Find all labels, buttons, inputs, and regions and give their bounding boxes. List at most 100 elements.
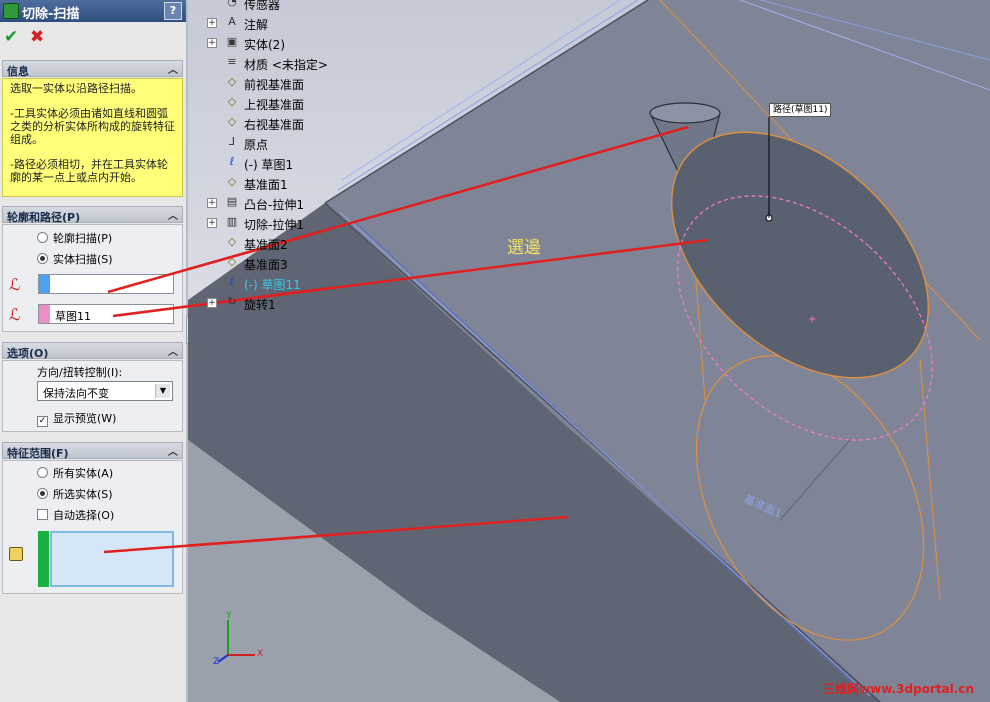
pm-title: 切除-扫描 <box>22 7 80 22</box>
feature-scope-section: 所有实体(A) 所选实体(S) 自动选择(O) <box>2 460 183 594</box>
tree-item[interactable]: ⅃ 原点 <box>188 134 348 152</box>
auto-select-checkbox[interactable]: 自动选择(O) <box>37 507 114 523</box>
path-value: 草图11 <box>55 310 91 323</box>
collapse-icon: ︿ <box>168 65 178 76</box>
profile-sweep-radio[interactable]: 轮廓扫描(P) <box>37 230 112 246</box>
collapse-icon: ︿ <box>168 211 178 222</box>
feature-scope-header-label: 特征范围(F) <box>7 447 69 460</box>
y-axis-label: Y <box>226 611 232 621</box>
path-selection-box[interactable]: 草图11 <box>38 304 174 324</box>
blue-swatch <box>39 275 50 293</box>
plane-icon: ◇ <box>227 175 237 188</box>
tree-item[interactable]: + ↻ 旋转1 <box>188 294 348 312</box>
profile-path-section: 轮廓扫描(P) 实体扫描(S) ℒ ℒ 草图11 <box>2 224 183 332</box>
tree-item-label: 基准面3 <box>244 258 288 272</box>
direction-dropdown[interactable]: 保持法向不变 ▼ <box>37 381 173 401</box>
info-section-header[interactable]: 信息 ︿ <box>2 60 183 78</box>
sweep-profile-icon: ℒ <box>9 275 21 294</box>
options-section-header[interactable]: 选项(O) ︿ <box>2 342 183 360</box>
tree-item-label: 实体(2) <box>244 38 285 52</box>
tree-item[interactable]: + A 注解 <box>188 14 348 32</box>
revolve-icon: ↻ <box>227 295 237 308</box>
radio-indicator <box>37 488 48 499</box>
direction-label: 方向/扭转控制(I): <box>37 366 123 379</box>
solid-body-icon <box>9 547 23 561</box>
bodies-to-cut-selection-box[interactable] <box>50 531 174 587</box>
tree-item-label: 注解 <box>244 18 269 32</box>
feature-tree: ◔ 传感器 + A 注解 + ▣ 实体(2) ≡ 材质 <未指定> ◇ 前视基准面 ◇ 上视基准面 ◇ 右视基… <box>188 0 338 320</box>
solid-sweep-radio[interactable]: 实体扫描(S) <box>37 251 113 267</box>
tree-item[interactable]: ◇ 基准面2 <box>188 234 348 252</box>
tree-item[interactable]: + ▤ 凸台-拉伸1 <box>188 194 348 212</box>
show-preview-label: 显示预览(W) <box>53 412 117 425</box>
sketch-icon: ℓ <box>229 155 235 168</box>
plane-icon: ◇ <box>227 95 237 108</box>
tree-item[interactable]: + ▣ 实体(2) <box>188 34 348 52</box>
tree-item-label: 凸台-拉伸1 <box>244 198 304 212</box>
origin-icon: ⅃ <box>228 135 236 148</box>
tree-item-label: 材质 <未指定> <box>244 58 328 72</box>
expand-toggle[interactable]: + <box>207 218 217 228</box>
expand-toggle[interactable]: + <box>207 18 217 28</box>
tree-item[interactable]: ◇ 右视基准面 <box>188 114 348 132</box>
help-button[interactable]: ? <box>164 2 182 20</box>
expand-toggle[interactable]: + <box>207 198 217 208</box>
cut-sweep-icon <box>3 3 19 19</box>
info-header-label: 信息 <box>7 65 29 78</box>
tree-item-label: 上视基准面 <box>244 98 305 112</box>
watermark: 三维网www.3dportal.cn <box>823 682 974 696</box>
tree-item-label: 右视基准面 <box>244 118 305 132</box>
property-manager: 切除-扫描 ? ✔ ✖ 信息 ︿ 选取一实体以沿路径扫描。 -工具实体必须由诸如… <box>0 0 194 702</box>
tree-item[interactable]: ◇ 前视基准面 <box>188 74 348 92</box>
tree-item-label: 前视基准面 <box>244 78 305 92</box>
tree-item[interactable]: ◇ 基准面3 <box>188 254 348 272</box>
chevron-down-icon: ▼ <box>155 384 170 398</box>
selected-bodies-radio[interactable]: 所选实体(S) <box>37 486 113 502</box>
expand-toggle[interactable]: + <box>207 298 217 308</box>
tree-item[interactable]: ◇ 基准面1 <box>188 174 348 192</box>
pink-swatch <box>39 305 50 323</box>
direction-value: 保持法向不变 <box>43 387 109 400</box>
path-callout[interactable]: 路径(草图11) <box>769 103 832 117</box>
tree-item[interactable]: ℓ (-) 草图11 <box>188 274 348 292</box>
show-preview-checkbox[interactable]: ✓ 显示预览(W) <box>37 410 116 427</box>
tree-item[interactable]: ◇ 上视基准面 <box>188 94 348 112</box>
radio-indicator <box>37 232 48 243</box>
radio-indicator <box>37 467 48 478</box>
tool-body-selection-box[interactable] <box>38 274 174 294</box>
info-message: 选取一实体以沿路径扫描。 -工具实体必须由诸如直线和圆弧之类的分析实体所构成的旋… <box>2 78 183 197</box>
tree-item[interactable]: ≡ 材质 <未指定> <box>188 54 348 72</box>
tree-item[interactable]: ◔ 传感器 <box>188 0 348 12</box>
sketch-icon: ℓ <box>229 275 235 288</box>
cut-extrude-icon: ▥ <box>226 215 238 228</box>
options-header-label: 选项(O) <box>7 347 49 360</box>
cancel-button[interactable]: ✖ <box>30 28 44 46</box>
selected-bodies-label: 所选实体(S) <box>53 488 113 501</box>
pm-title-bar: 切除-扫描 ? <box>0 0 186 22</box>
feature-scope-section-header[interactable]: 特征范围(F) ︿ <box>2 442 183 460</box>
solid-sweep-label: 实体扫描(S) <box>53 253 113 266</box>
center-marker: + <box>808 314 816 325</box>
expand-toggle[interactable]: + <box>207 38 217 48</box>
tree-item-label: 基准面1 <box>244 178 288 192</box>
tree-item-label: 传感器 <box>244 0 281 12</box>
tree-item[interactable]: + ▥ 切除-拉伸1 <box>188 214 348 232</box>
extrude-icon: ▤ <box>226 195 238 208</box>
tool-cone-top <box>649 102 721 124</box>
auto-select-label: 自动选择(O) <box>53 509 115 522</box>
profile-path-section-header[interactable]: 轮廓和路径(P) ︿ <box>2 206 183 224</box>
checkbox-indicator: ✓ <box>37 416 48 427</box>
profile-sweep-label: 轮廓扫描(P) <box>53 232 113 245</box>
tree-item-label: 原点 <box>244 138 269 152</box>
plane-icon: ◇ <box>227 75 237 88</box>
info-line-3: -路径必须相切，并在工具实体轮廓的某一点上或点内开始。 <box>10 158 168 184</box>
all-bodies-label: 所有实体(A) <box>53 467 114 480</box>
tree-item-label: (-) 草图1 <box>244 158 294 172</box>
tree-item-label: 基准面2 <box>244 238 288 252</box>
checkbox-indicator <box>37 509 48 520</box>
tree-item[interactable]: ℓ (-) 草图1 <box>188 154 348 172</box>
plane-icon: ◇ <box>227 255 237 268</box>
all-bodies-radio[interactable]: 所有实体(A) <box>37 465 113 481</box>
sweep-path-icon: ℒ <box>9 305 21 324</box>
ok-button[interactable]: ✔ <box>4 28 18 46</box>
